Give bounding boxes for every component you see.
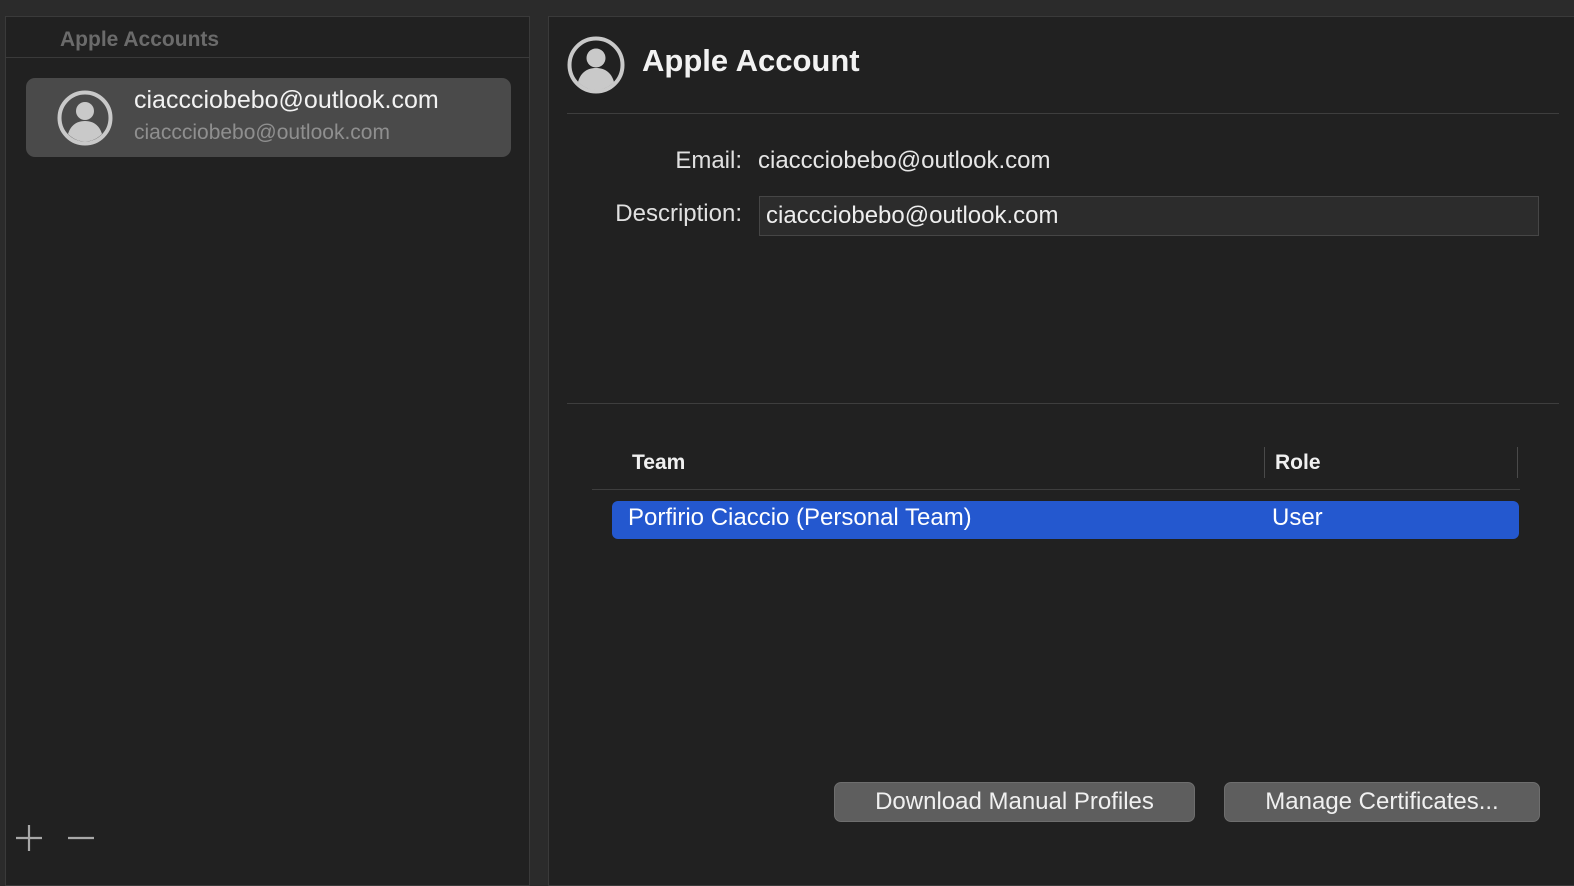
- account-list-item[interactable]: ciaccciobebo@outlook.com ciaccciobebo@ou…: [26, 78, 511, 157]
- email-label: Email:: [675, 147, 742, 174]
- team-role-cell: User: [1272, 504, 1323, 531]
- divider: [567, 403, 1559, 404]
- person-circle-icon: [57, 90, 113, 146]
- account-detail-panel: Apple Account Email: ciaccciobebo@outloo…: [548, 16, 1574, 886]
- plus-icon[interactable]: [14, 823, 44, 853]
- column-separator: [1517, 447, 1518, 478]
- minus-icon[interactable]: [66, 823, 96, 853]
- accounts-sidebar: Apple Accounts ciaccciobebo@outlook.com …: [5, 16, 530, 886]
- accounts-window: Apple Accounts ciaccciobebo@outlook.com …: [0, 0, 1574, 886]
- team-name-cell: Porfirio Ciaccio (Personal Team): [628, 504, 972, 531]
- sidebar-header: Apple Accounts: [6, 17, 529, 58]
- person-circle-icon: [567, 36, 625, 94]
- account-primary-email: ciaccciobebo@outlook.com: [134, 86, 439, 114]
- teams-table-header: Team Role: [592, 447, 1520, 490]
- email-value: ciaccciobebo@outlook.com: [758, 147, 1051, 174]
- divider: [567, 113, 1559, 114]
- description-field[interactable]: [759, 196, 1539, 236]
- account-secondary-email: ciaccciobebo@outlook.com: [134, 121, 390, 144]
- description-label: Description:: [615, 200, 742, 227]
- table-row[interactable]: Porfirio Ciaccio (Personal Team) User: [612, 501, 1519, 539]
- download-manual-profiles-button[interactable]: Download Manual Profiles: [834, 782, 1195, 822]
- column-header-team[interactable]: Team: [632, 451, 685, 475]
- column-separator: [1264, 447, 1265, 478]
- manage-certificates-button[interactable]: Manage Certificates...: [1224, 782, 1540, 822]
- column-header-role[interactable]: Role: [1275, 451, 1321, 475]
- page-title: Apple Account: [642, 43, 860, 78]
